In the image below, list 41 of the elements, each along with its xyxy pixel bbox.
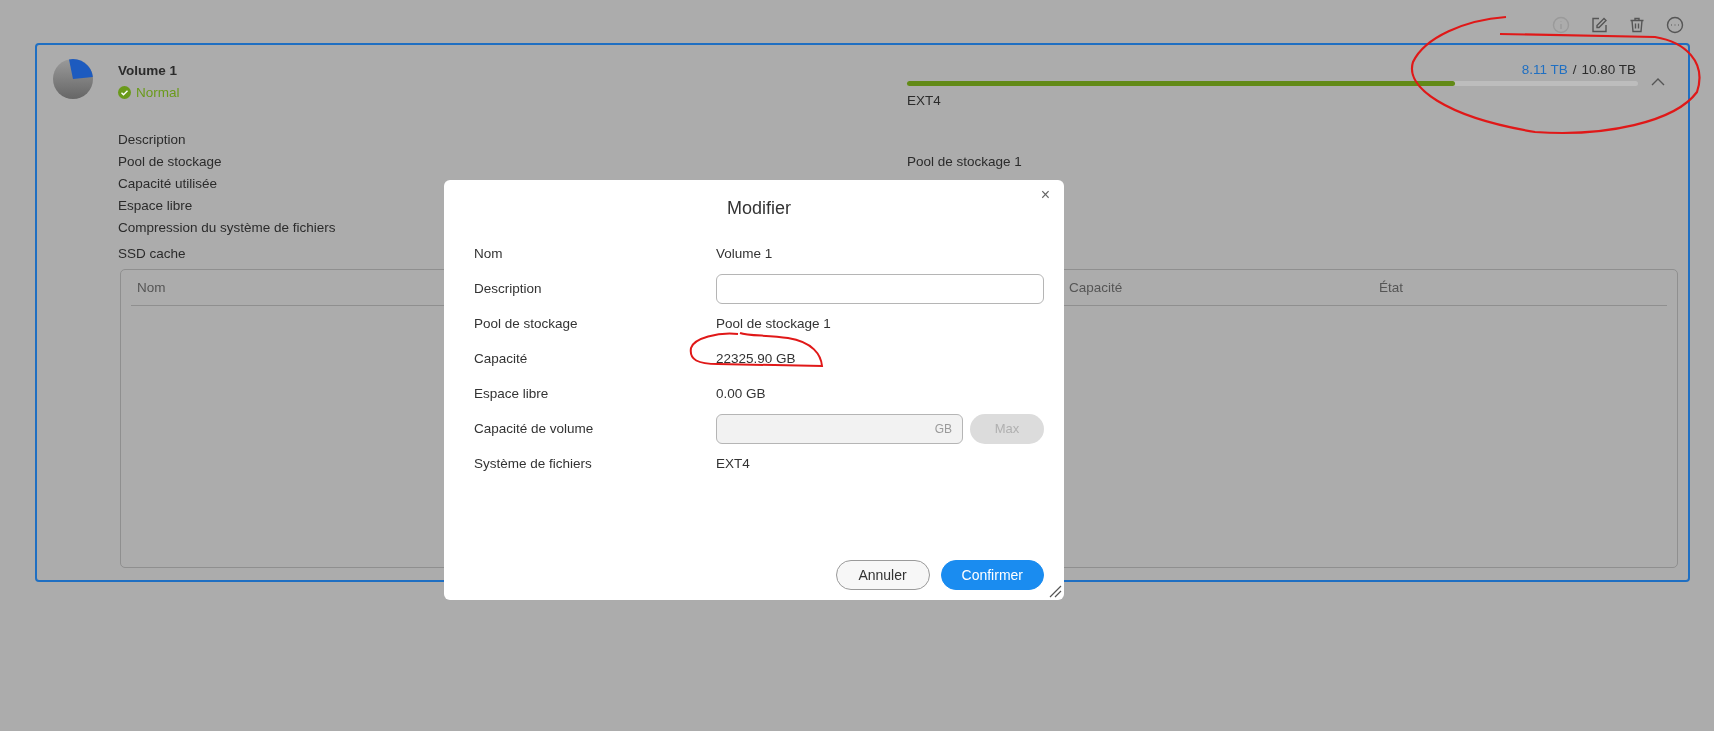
field-label: Système de fichiers (474, 456, 592, 471)
field-value: Volume 1 (716, 246, 773, 261)
field-value: Pool de stockage 1 (716, 316, 831, 331)
detail-label: Description (118, 131, 186, 147)
detail-label: Pool de stockage (118, 153, 222, 169)
used-capacity: 8.11 TB (1521, 62, 1568, 77)
field-label: Nom (474, 246, 503, 261)
filesystem-text: EXT4 (907, 93, 941, 108)
field-label: Capacité (474, 351, 528, 366)
separator: / (1572, 62, 1577, 77)
section-label: SSD cache (118, 246, 186, 261)
volume-name: Volume 1 (118, 63, 179, 78)
close-button[interactable]: × (1036, 184, 1054, 206)
detail-label: Espace libre (118, 197, 193, 213)
field-label: Pool de stockage (474, 316, 578, 331)
field-value: 0.00 GB (716, 386, 766, 401)
total-capacity: 10.80 TB (1581, 62, 1636, 77)
pie-icon (53, 59, 93, 99)
column-header: Nom (137, 280, 166, 295)
column-header: État (1379, 280, 1403, 295)
field-label: Capacité de volume (474, 421, 594, 436)
dialog-title: Modifier (727, 198, 791, 219)
chevron-icon (1651, 77, 1665, 86)
field-label: Description (474, 281, 542, 296)
cancel-button[interactable]: Annuler (835, 560, 930, 590)
column-header: Capacité (1069, 280, 1123, 295)
field-value: EXT4 (716, 456, 750, 471)
more-icon (1666, 15, 1684, 34)
confirm-button[interactable]: Confirmer (940, 560, 1044, 590)
trash-icon (1628, 15, 1646, 34)
field-label: Espace libre (474, 386, 549, 401)
detail-label: Capacité utilisée (118, 175, 218, 191)
status-text: Normal (136, 85, 180, 100)
description-input[interactable] (716, 273, 1044, 304)
edit-icon (1590, 15, 1608, 34)
resize-handle-icon[interactable] (1048, 584, 1062, 598)
detail-value: Pool de stockage 1 (907, 153, 1022, 169)
info-icon (1552, 15, 1570, 34)
detail-label: Compression du système de fichiers (118, 219, 336, 235)
field-value: 22325.90 GB (716, 351, 796, 366)
check-circle-icon (118, 86, 131, 99)
